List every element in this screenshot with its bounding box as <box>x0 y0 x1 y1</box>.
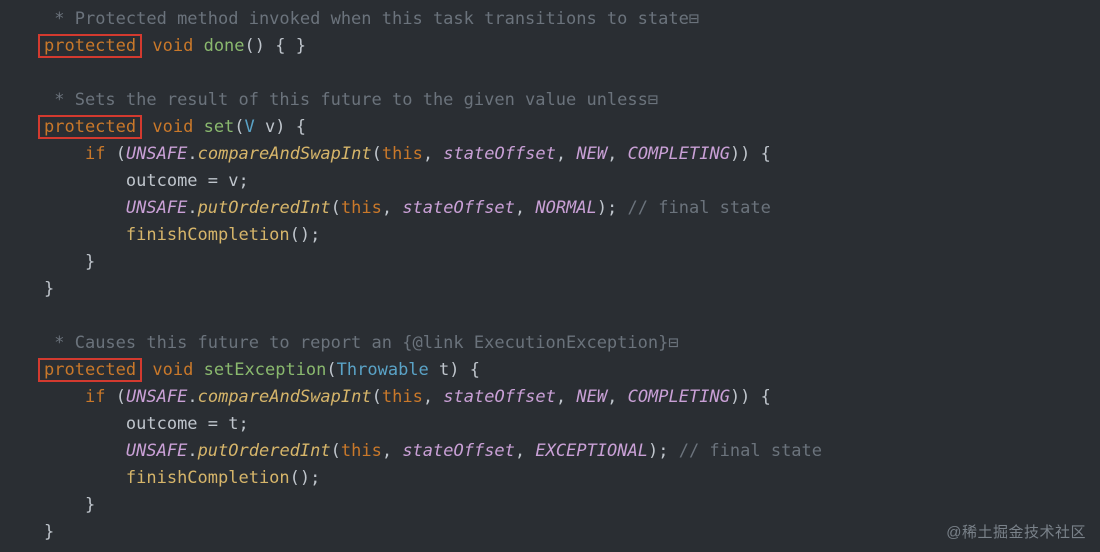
stateoffset-ref: stateOffset <box>402 441 515 461</box>
paren: ( <box>372 387 382 407</box>
param-t: t <box>439 360 449 380</box>
dot: . <box>187 198 197 218</box>
paren: ); <box>597 198 617 218</box>
keyword-protected-done: protected <box>38 34 142 58</box>
unsafe-ref: UNSAFE <box>126 198 187 218</box>
unsafe-ref: UNSAFE <box>126 441 187 461</box>
unsafe-ref: UNSAFE <box>126 144 187 164</box>
paren: ( <box>116 387 126 407</box>
comma: , <box>382 441 402 461</box>
comma: , <box>382 198 402 218</box>
new-ref: NEW <box>576 387 607 407</box>
paren: ( <box>331 198 341 218</box>
call-finish: finishCompletion <box>126 225 290 245</box>
keyword-void: void <box>152 36 193 56</box>
dot: . <box>187 441 197 461</box>
type-throwable: Throwable <box>337 360 429 380</box>
brace-close: } <box>44 279 54 299</box>
paren: ( <box>372 144 382 164</box>
unsafe-ref: UNSAFE <box>126 387 187 407</box>
outcome-assign: outcome = t; <box>126 414 249 434</box>
comma: , <box>423 144 443 164</box>
comma: , <box>515 441 535 461</box>
keyword-protected-set: protected <box>38 115 142 139</box>
dot: . <box>187 387 197 407</box>
brace-close: } <box>85 252 95 272</box>
comma: , <box>607 387 627 407</box>
comment-done: * Protected method invoked when this tas… <box>44 9 689 29</box>
comma: , <box>556 144 576 164</box>
call-cas: compareAndSwapInt <box>198 387 372 407</box>
comma: , <box>423 387 443 407</box>
this-ref: this <box>341 198 382 218</box>
paren: ) { <box>275 117 306 137</box>
exceptional-ref: EXCEPTIONAL <box>535 441 648 461</box>
comment-setex: * Causes this future to report an {@link… <box>44 333 668 353</box>
param-v: v <box>265 117 275 137</box>
keyword-protected-setex: protected <box>38 358 142 382</box>
stateoffset-ref: stateOffset <box>443 387 556 407</box>
keyword-if: if <box>85 144 105 164</box>
paren: () { } <box>245 36 306 56</box>
call-finish: finishCompletion <box>126 468 290 488</box>
paren: ) { <box>449 360 480 380</box>
stateoffset-ref: stateOffset <box>443 144 556 164</box>
this-ref: this <box>382 144 423 164</box>
call-putordered: putOrderedInt <box>198 198 331 218</box>
normal-ref: NORMAL <box>535 198 596 218</box>
outcome-assign: outcome = v; <box>126 171 249 191</box>
type-v: V <box>245 117 255 137</box>
fold-glyph: ⊟ <box>648 90 658 110</box>
call-putordered: putOrderedInt <box>198 441 331 461</box>
this-ref: this <box>382 387 423 407</box>
new-ref: NEW <box>576 144 607 164</box>
paren: ( <box>234 117 244 137</box>
completing-ref: COMPLETING <box>628 144 730 164</box>
stateoffset-ref: stateOffset <box>402 198 515 218</box>
keyword-void: void <box>152 360 193 380</box>
comma: , <box>556 387 576 407</box>
method-setexception: setException <box>204 360 327 380</box>
comma: , <box>515 198 535 218</box>
paren: (); <box>290 225 321 245</box>
paren: ( <box>116 144 126 164</box>
method-set: set <box>204 117 235 137</box>
brace-close: } <box>85 495 95 515</box>
call-cas: compareAndSwapInt <box>198 144 372 164</box>
paren: )) { <box>730 387 771 407</box>
keyword-if: if <box>85 387 105 407</box>
paren: (); <box>290 468 321 488</box>
keyword-void: void <box>152 117 193 137</box>
fold-glyph: ⊟ <box>689 9 699 29</box>
brace-close: } <box>44 522 54 542</box>
this-ref: this <box>341 441 382 461</box>
completing-ref: COMPLETING <box>628 387 730 407</box>
dot: . <box>187 144 197 164</box>
paren: )) { <box>730 144 771 164</box>
code-block: * Protected method invoked when this tas… <box>44 6 822 546</box>
watermark: @稀土掘金技术社区 <box>946 519 1086 546</box>
paren: ( <box>326 360 336 380</box>
paren: ); <box>648 441 668 461</box>
comma: , <box>607 144 627 164</box>
comment-final-state: // final state <box>628 198 771 218</box>
comment-final-state: // final state <box>679 441 822 461</box>
comment-set: * Sets the result of this future to the … <box>44 90 648 110</box>
paren: ( <box>331 441 341 461</box>
method-done: done <box>204 36 245 56</box>
fold-glyph: ⊟ <box>668 333 678 353</box>
